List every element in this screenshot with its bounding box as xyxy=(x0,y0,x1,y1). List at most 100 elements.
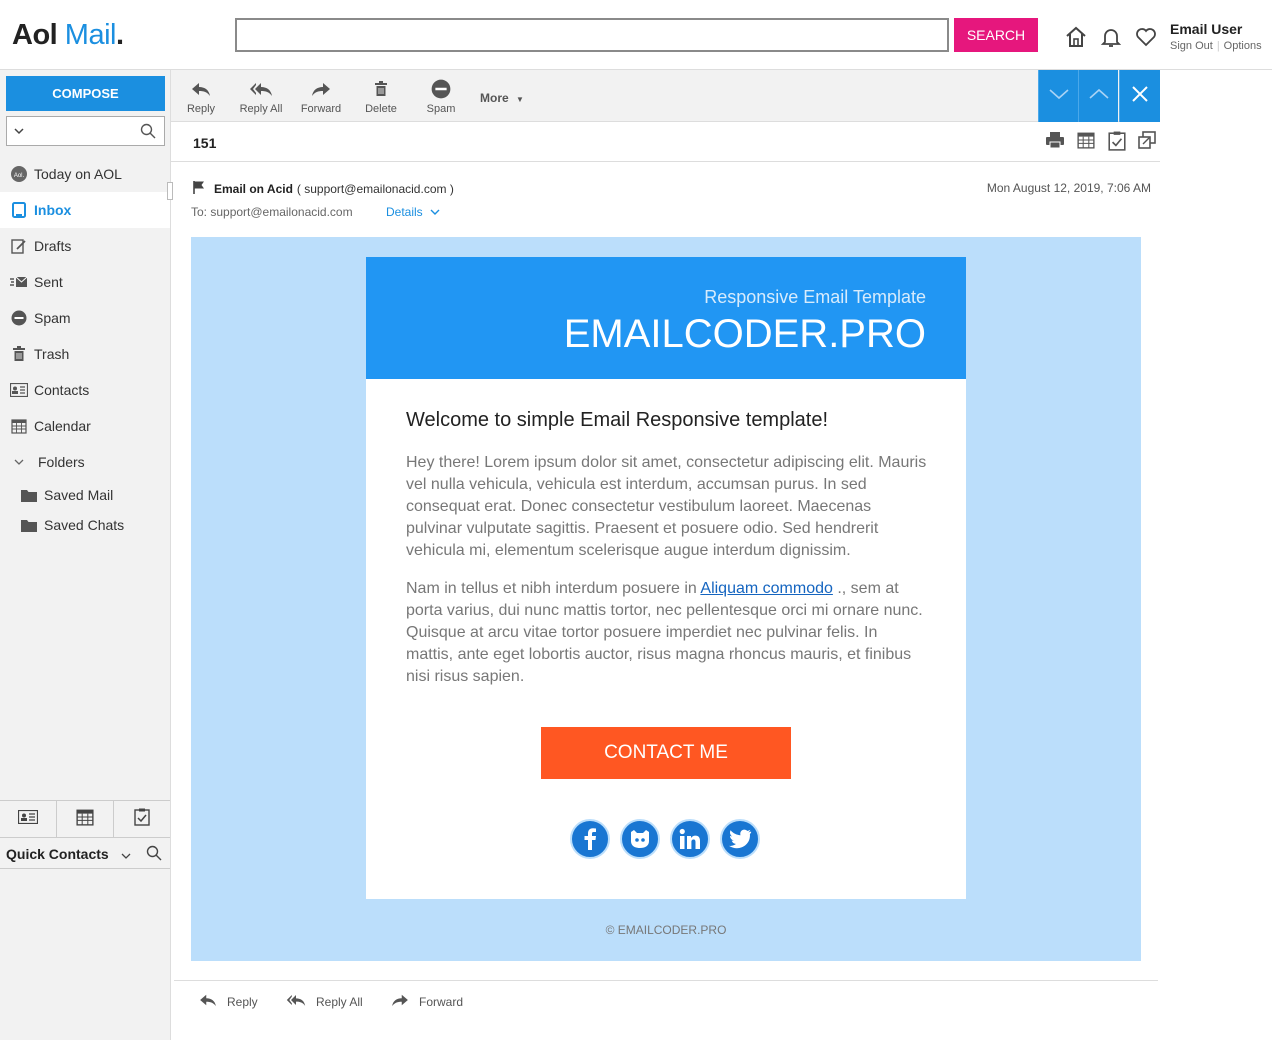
aol-mail-logo[interactable]: Aol Mail. xyxy=(12,19,124,52)
compose-button[interactable]: COMPOSE xyxy=(6,76,165,111)
social-links xyxy=(570,819,760,859)
svg-text:Aol.: Aol. xyxy=(14,173,25,179)
divider xyxy=(0,868,170,869)
sidebar-item-saved-chats[interactable]: Saved Chats xyxy=(0,510,170,540)
sidebar-resize-handle[interactable] xyxy=(167,182,173,200)
home-icon[interactable] xyxy=(1064,25,1088,49)
calendar-tab-button[interactable] xyxy=(57,801,114,837)
message-toolbar: Reply Reply All Forward Delete Spam More… xyxy=(171,70,1160,122)
left-sidebar: COMPOSE Aol. Today on AOL Inbox Drafts S… xyxy=(0,70,171,1040)
sidebar-item-spam[interactable]: Spam xyxy=(0,300,170,336)
chevron-up-icon xyxy=(1088,87,1110,106)
favorites-heart-icon[interactable] xyxy=(1134,25,1158,49)
reply-all-icon xyxy=(286,993,306,1010)
close-icon xyxy=(1131,85,1149,108)
sender-name[interactable]: Email on Acid xyxy=(214,182,293,196)
email-paragraph-2: Nam in tellus et nibh interdum posuere i… xyxy=(406,580,923,685)
flag-icon[interactable] xyxy=(192,180,206,197)
drafts-icon xyxy=(10,237,28,255)
email-heading: Welcome to simple Email Responsive templ… xyxy=(406,409,829,431)
sign-out-link[interactable]: Sign Out xyxy=(1170,40,1213,52)
sidebar-item-saved-mail[interactable]: Saved Mail xyxy=(0,480,170,510)
chevron-down-icon[interactable] xyxy=(10,453,28,471)
message-date: Mon August 12, 2019, 7:06 AM xyxy=(986,181,1151,195)
chevron-down-icon xyxy=(1048,87,1070,106)
contacts-icon xyxy=(10,381,28,399)
recipient-line: To: support@emailonacid.com xyxy=(191,205,353,219)
reply-icon xyxy=(199,993,217,1010)
bottom-forward-button[interactable]: Forward xyxy=(391,993,463,1010)
sidebar-item-trash[interactable]: Trash xyxy=(0,336,170,372)
forward-button[interactable]: Forward xyxy=(291,78,351,115)
sidebar-item-drafts[interactable]: Drafts xyxy=(0,228,170,264)
bottom-reply-button[interactable]: Reply xyxy=(199,993,258,1010)
next-message-button[interactable] xyxy=(1038,70,1078,122)
tasks-clipboard-icon xyxy=(134,808,150,831)
print-icon[interactable] xyxy=(1045,131,1065,156)
search-input[interactable] xyxy=(235,18,949,52)
hero-title: EMAILCODER.PRO xyxy=(563,312,926,356)
tasks-tab-button[interactable] xyxy=(114,801,170,837)
sender-email: ( support@emailonacid.com ) xyxy=(296,181,454,196)
chevron-down-icon[interactable] xyxy=(13,124,25,142)
email-paragraph-1: Hey there! Lorem ipsum dolor sit amet, c… xyxy=(406,454,927,559)
message-subject: 151 xyxy=(193,135,217,151)
notifications-bell-icon[interactable] xyxy=(1099,25,1123,49)
spam-icon xyxy=(411,78,471,100)
details-toggle[interactable]: Details xyxy=(386,205,440,219)
reply-button[interactable]: Reply xyxy=(171,78,231,115)
twitter-icon[interactable] xyxy=(720,819,760,859)
inbox-icon xyxy=(10,201,28,219)
open-in-new-window-icon[interactable] xyxy=(1138,131,1156,156)
subject-bar: 151 xyxy=(171,122,1160,162)
folder-icon xyxy=(20,516,38,534)
reply-all-icon xyxy=(231,78,291,100)
calendar-icon xyxy=(76,808,94,831)
contact-me-button[interactable]: CONTACT ME xyxy=(541,727,791,779)
caret-down-icon: ▼ xyxy=(516,95,524,104)
quick-contacts-label[interactable]: Quick Contacts xyxy=(6,846,109,862)
folder-nav: Aol. Today on AOL Inbox Drafts Sent Spam… xyxy=(0,156,170,540)
sidebar-item-calendar[interactable]: Calendar xyxy=(0,408,170,444)
sidebar-item-contacts[interactable]: Contacts xyxy=(0,372,170,408)
search-button[interactable]: SEARCH xyxy=(954,18,1038,52)
sidebar-item-sent[interactable]: Sent xyxy=(0,264,170,300)
linkedin-icon[interactable] xyxy=(670,819,710,859)
chevron-down-icon[interactable] xyxy=(120,849,132,867)
email-card: Responsive Email Template EMAILCODER.PRO… xyxy=(366,257,966,899)
add-task-icon[interactable] xyxy=(1107,131,1127,156)
bottom-reply-all-button[interactable]: Reply All xyxy=(286,993,363,1010)
sidebar-item-inbox[interactable]: Inbox xyxy=(0,192,170,228)
sidebar-item-folders[interactable]: Folders xyxy=(0,444,170,480)
aol-icon: Aol. xyxy=(10,165,28,183)
options-link[interactable]: Options xyxy=(1224,40,1262,52)
calendar-icon xyxy=(10,417,28,435)
contacts-tab-button[interactable] xyxy=(0,801,57,837)
email-hero-banner: Responsive Email Template EMAILCODER.PRO xyxy=(366,257,966,379)
chevron-down-icon xyxy=(430,205,440,219)
previous-message-button[interactable] xyxy=(1078,70,1118,122)
folder-search-field[interactable] xyxy=(6,116,165,146)
quick-contacts-tabs xyxy=(0,800,170,838)
trash-icon xyxy=(10,345,28,363)
message-action-icons xyxy=(1045,131,1156,156)
close-message-button[interactable] xyxy=(1119,70,1160,122)
folder-icon xyxy=(20,486,38,504)
trash-icon xyxy=(351,78,411,100)
aliquam-commodo-link[interactable]: Aliquam commodo xyxy=(700,580,833,597)
github-icon[interactable] xyxy=(620,819,660,859)
email-copyright: © EMAILCODER.PRO xyxy=(605,923,727,937)
spam-button[interactable]: Spam xyxy=(411,78,471,115)
more-menu[interactable]: More ▼ xyxy=(480,91,524,105)
calendar-icon[interactable] xyxy=(1076,131,1096,156)
sent-icon xyxy=(10,273,28,291)
search-icon[interactable] xyxy=(140,123,156,144)
search-icon[interactable] xyxy=(146,845,162,866)
facebook-icon[interactable] xyxy=(570,819,610,859)
delete-button[interactable]: Delete xyxy=(351,78,411,115)
bottom-action-bar: Reply Reply All Forward xyxy=(174,980,1158,1022)
user-name: Email User xyxy=(1170,21,1243,37)
reply-all-button[interactable]: Reply All xyxy=(231,78,291,115)
user-links: Sign Out | Options xyxy=(1170,40,1262,52)
sidebar-item-today-on-aol[interactable]: Aol. Today on AOL xyxy=(0,156,170,192)
